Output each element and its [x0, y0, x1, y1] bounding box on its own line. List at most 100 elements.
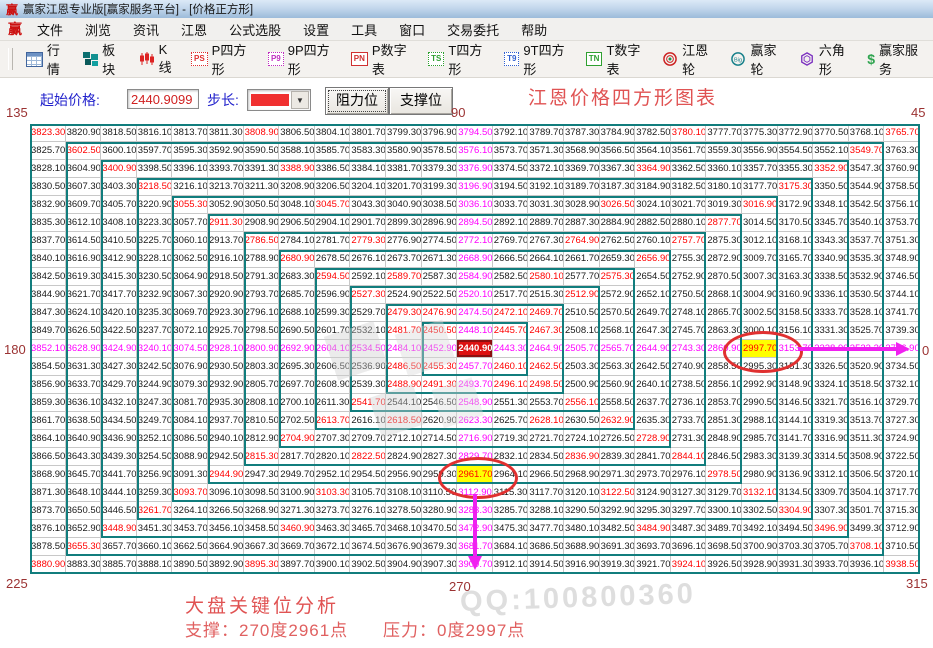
- grid-cell: 3103.30: [314, 484, 351, 502]
- grid-cell: 2551.30: [492, 394, 529, 412]
- grid-cell: 3873.70: [30, 502, 66, 520]
- grid-cell: 3727.30: [884, 412, 920, 430]
- grid-cell: 2947.30: [243, 466, 280, 484]
- grid-cell: 3782.50: [635, 124, 671, 142]
- grid-cell: 3715.30: [884, 502, 920, 520]
- grid-cell: 3057.70: [172, 214, 208, 232]
- grid-cell: 3681.70: [457, 538, 493, 556]
- grid-cell: 3919.30: [599, 556, 636, 574]
- grid-cell: 3602.50: [65, 142, 102, 160]
- grid-cell: 3348.10: [813, 196, 849, 214]
- grid-cell: 3753.70: [884, 214, 920, 232]
- menu-item-4[interactable]: 公式选股: [218, 20, 292, 39]
- grid-cell: 3508.90: [848, 448, 885, 466]
- toolbar-button-2[interactable]: K线: [132, 42, 184, 75]
- grid-cell: 3216.10: [172, 178, 208, 196]
- toolbar-button-8[interactable]: TN T数字表: [579, 43, 655, 77]
- grid-cell: 2832.10: [492, 448, 529, 466]
- grid-cell: 2539.30: [350, 376, 386, 394]
- grid-cell: 3187.30: [599, 178, 636, 196]
- grid-cell: 2630.50: [563, 412, 600, 430]
- grid-cell: 2493.70: [457, 376, 493, 394]
- grid-cell: 3511.30: [848, 430, 885, 448]
- menu-item-2[interactable]: 资讯: [122, 20, 170, 39]
- toolbar-button-12[interactable]: $ 赢家服务: [860, 43, 933, 77]
- grid-cell: 3069.70: [172, 304, 208, 322]
- grid-cell: 3568.90: [563, 142, 600, 160]
- toolbar-button-10[interactable]: Big 赢家轮: [723, 43, 791, 77]
- angle-label-270: 270: [449, 579, 471, 594]
- grid-cell: 3484.90: [635, 520, 671, 538]
- grid-cell: 3655.30: [65, 538, 102, 556]
- menu-item-3[interactable]: 江恩: [170, 20, 218, 39]
- menu-item-6[interactable]: 工具: [340, 20, 388, 39]
- grid-cell: 3266.50: [207, 502, 244, 520]
- toolbar-button-4[interactable]: P9 9P四方形: [261, 43, 344, 77]
- grid-cell: 3916.90: [563, 556, 600, 574]
- menu-item-7[interactable]: 窗口: [388, 20, 436, 39]
- grid-cell: 2522.50: [421, 286, 458, 304]
- toolbar-button-7[interactable]: T9 9T四方形: [497, 43, 579, 77]
- grid-cell: 3770.50: [813, 124, 849, 142]
- grid-cell: 3760.90: [884, 160, 920, 178]
- start-price-input[interactable]: [127, 89, 199, 109]
- grid-cell: 2505.70: [563, 340, 600, 358]
- toolbar-button-11[interactable]: 六角形: [792, 43, 860, 77]
- grid-cell: 3592.90: [207, 142, 244, 160]
- grid-cell: 3062.50: [172, 250, 208, 268]
- grid-cell: 3000.10: [741, 322, 778, 340]
- grid-cell: 2961.70: [457, 466, 493, 484]
- grid-cell: 3144.10: [777, 412, 814, 430]
- grid-cell: 2568.10: [599, 322, 636, 340]
- grid-cell: 3235.30: [136, 304, 173, 322]
- toolbar-button-1[interactable]: 板块: [76, 43, 131, 77]
- grid-cell: 2443.30: [492, 340, 529, 358]
- grid-cell: 3885.70: [101, 556, 137, 574]
- grid-cell: 2647.30: [635, 322, 671, 340]
- grid-cell: 2491.30: [421, 376, 458, 394]
- grid-cell: 2532.10: [350, 322, 386, 340]
- grid-cell: 3468.10: [385, 520, 422, 538]
- grid-cell: 3033.70: [492, 196, 529, 214]
- grid-cell: 3151.30: [777, 358, 814, 376]
- grid-cell: 2596.90: [314, 286, 351, 304]
- grid-cell: 3177.70: [741, 178, 778, 196]
- toolbar-button-5[interactable]: PN P数字表: [344, 43, 421, 77]
- grid-cell: 2721.70: [528, 430, 564, 448]
- grid-cell: 2774.50: [421, 232, 458, 250]
- grid-cell: 2772.10: [457, 232, 493, 250]
- menu-item-8[interactable]: 交易委托: [436, 20, 510, 39]
- menu-item-5[interactable]: 设置: [292, 20, 340, 39]
- grid-cell: 2527.30: [350, 286, 386, 304]
- toolbar-button-6[interactable]: TS T四方形: [421, 43, 497, 77]
- grid-cell: 2812.90: [243, 430, 280, 448]
- grid-cell: 3480.10: [563, 520, 600, 538]
- grid-cell: 2455.30: [421, 358, 458, 376]
- grid-cell: 3477.70: [528, 520, 564, 538]
- grid-cell: 3084.10: [172, 412, 208, 430]
- grid-cell: 3093.70: [172, 484, 208, 502]
- grid-cell: 2445.70: [492, 322, 529, 340]
- grid-cell: 2884.90: [599, 214, 636, 232]
- menu-item-9[interactable]: 帮助: [510, 20, 558, 39]
- grid-cell: 3168.10: [777, 232, 814, 250]
- toolbar-button-3[interactable]: PS P四方形: [184, 43, 261, 77]
- menu-item-1[interactable]: 浏览: [74, 20, 122, 39]
- grid-cell: 3403.30: [101, 178, 137, 196]
- grid-cell: 3604.90: [65, 160, 102, 178]
- step-select[interactable]: ▼: [247, 89, 311, 111]
- grid-cell: 3156.10: [777, 322, 814, 340]
- resistance-button[interactable]: 阻力位: [325, 87, 389, 115]
- grid-cell: 2460.10: [492, 358, 529, 376]
- grid-cell: 3170.50: [777, 214, 814, 232]
- grid-cell: 2728.90: [635, 430, 671, 448]
- grid-cell: 3804.10: [314, 124, 351, 142]
- grid-cell: 3700.90: [741, 538, 778, 556]
- menu-item-0[interactable]: 文件: [26, 20, 74, 39]
- toolbar-button-0[interactable]: 行情: [19, 43, 76, 77]
- watermark-qq: QQ:100800360: [459, 577, 697, 619]
- chevron-down-icon[interactable]: ▼: [291, 91, 309, 109]
- toolbar-button-9[interactable]: 江恩轮: [655, 43, 723, 77]
- grid-cell: 3564.10: [635, 142, 671, 160]
- support-button[interactable]: 支撑位: [389, 87, 453, 115]
